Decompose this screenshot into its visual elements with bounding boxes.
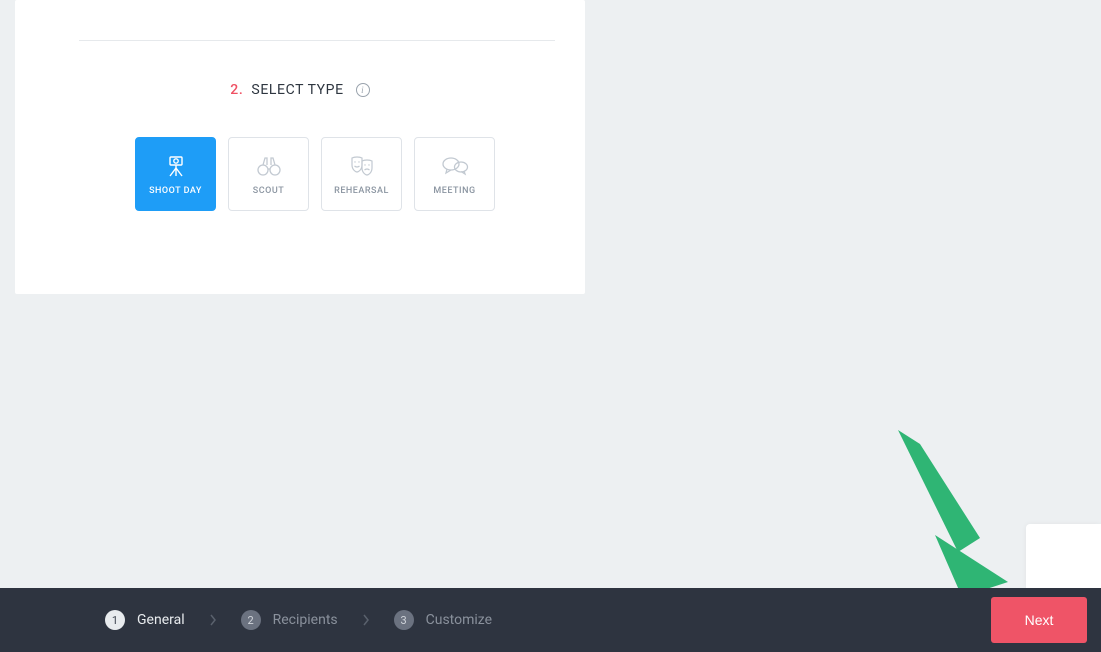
step-general[interactable]: 1 General	[105, 610, 185, 630]
section-label: SELECT TYPE	[251, 82, 343, 98]
annotation-arrow-icon	[880, 430, 1030, 600]
type-label: SCOUT	[253, 186, 284, 196]
wizard-stepper-bar: 1 General 2 Recipients 3 Customize Next	[0, 588, 1101, 652]
divider	[79, 40, 555, 41]
step-customize[interactable]: 3 Customize	[394, 610, 492, 630]
chevron-right-icon	[209, 611, 217, 630]
step-number-badge: 1	[105, 610, 125, 630]
type-label: REHEARSAL	[334, 186, 389, 196]
chevron-right-icon	[362, 611, 370, 630]
step-number-badge: 3	[394, 610, 414, 630]
widget-stub	[1026, 524, 1101, 588]
type-option-rehearsal[interactable]: REHEARSAL	[321, 137, 402, 211]
type-selector-row: SHOOT DAY SCOUT	[135, 137, 495, 211]
type-option-scout[interactable]: SCOUT	[228, 137, 309, 211]
type-label: MEETING	[433, 186, 475, 196]
camera-tripod-icon	[164, 152, 188, 180]
step-number-badge: 2	[241, 610, 261, 630]
type-label: SHOOT DAY	[149, 186, 202, 196]
next-button-label: Next	[1025, 612, 1054, 628]
step-label: Customize	[426, 612, 492, 628]
type-option-shoot-day[interactable]: SHOOT DAY	[135, 137, 216, 211]
info-icon[interactable]: i	[356, 83, 370, 97]
form-card: 2. SELECT TYPE i SHOOT DAY	[15, 0, 585, 294]
section-title: 2. SELECT TYPE i	[15, 82, 585, 98]
step-label: General	[137, 612, 185, 628]
speech-bubbles-icon	[441, 152, 469, 180]
step-label: Recipients	[273, 612, 338, 628]
step-recipients[interactable]: 2 Recipients	[241, 610, 338, 630]
type-option-meeting[interactable]: MEETING	[414, 137, 495, 211]
next-button[interactable]: Next	[991, 597, 1087, 643]
masks-icon	[348, 152, 376, 180]
section-number: 2.	[230, 82, 243, 98]
binoculars-icon	[256, 152, 282, 180]
